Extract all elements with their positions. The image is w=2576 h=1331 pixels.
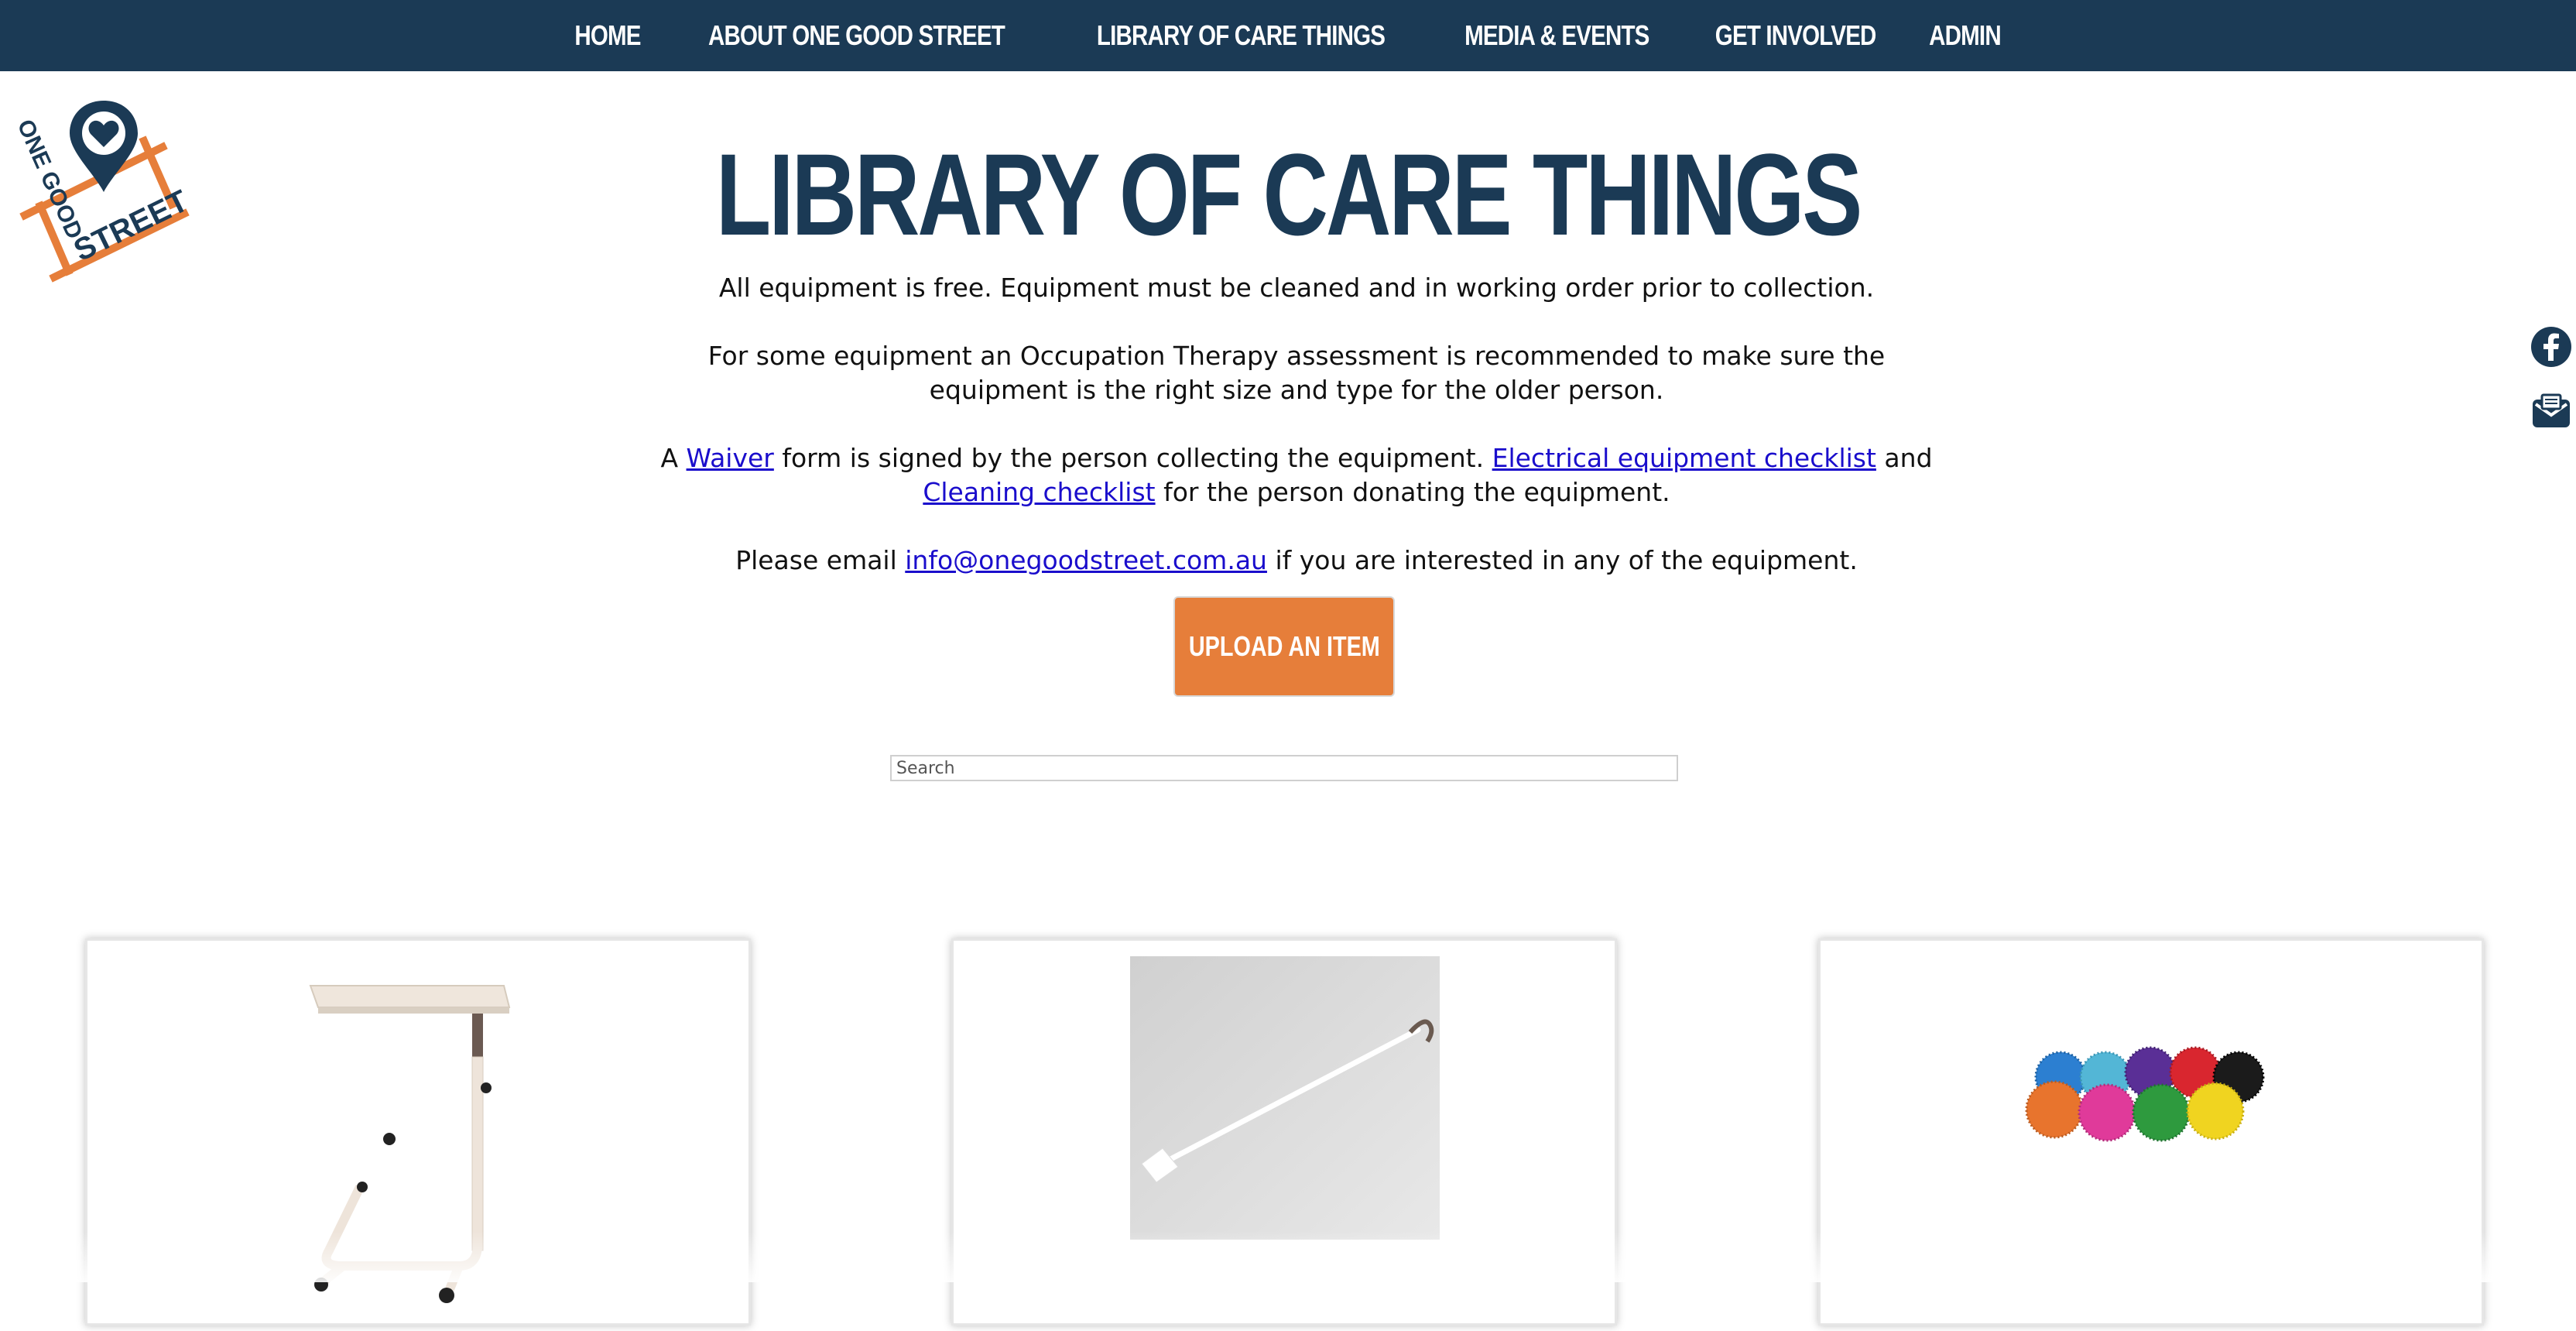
nav-get-involved[interactable]: GET INVOLVED (1694, 19, 1896, 52)
nav-library[interactable]: LIBRARY OF CARE THINGS (1077, 19, 1406, 52)
email-text-post: if you are interested in any of the equi… (1266, 545, 1858, 575)
forms-text-mid1: form is signed by the person collecting … (773, 443, 1492, 473)
waiver-link[interactable]: Waiver (687, 443, 774, 473)
top-navigation: HOME ABOUT ONE GOOD STREET LIBRARY OF CA… (0, 0, 2576, 71)
bottom-fade (0, 1231, 2576, 1282)
email-text: Please email info@onegoodstreet.com.au i… (650, 544, 1943, 578)
equipment-free-text: All equipment is free. Equipment must be… (718, 273, 1875, 303)
svg-text:STREET: STREET (69, 184, 194, 268)
search-input[interactable] (890, 755, 1678, 781)
upload-item-label: UPLOAD AN ITEM (1188, 630, 1380, 662)
forms-text-pre: A (660, 443, 687, 473)
page-title: LIBRARY OF CARE THINGS (715, 129, 1863, 259)
one-good-street-logo[interactable]: ONE GOOD STREET (8, 91, 194, 293)
logo-graphic: ONE GOOD STREET (12, 101, 194, 283)
ot-assessment-text: For some equipment an Occupation Therapy… (707, 341, 1886, 405)
nav-media-events[interactable]: MEDIA & EVENTS (1444, 19, 1670, 52)
nav-about[interactable]: ABOUT ONE GOOD STREET (688, 19, 1025, 52)
nav-admin[interactable]: ADMIN (1909, 19, 2021, 52)
email-link[interactable]: info@onegoodstreet.com.au (905, 545, 1267, 575)
forms-text-post: for the person donating the equipment. (1155, 477, 1670, 507)
forms-text-mid2: and (1875, 443, 1933, 473)
nav-home[interactable]: HOME (554, 19, 661, 52)
forms-text: A Waiver form is signed by the person co… (650, 441, 1943, 509)
electrical-checklist-link[interactable]: Electrical equipment checklist (1492, 443, 1876, 473)
email-icon[interactable] (2530, 390, 2573, 434)
intro-text: All equipment is free. Equipment must be… (650, 271, 1943, 612)
upload-item-button[interactable]: UPLOAD AN ITEM (1173, 596, 1395, 697)
cleaning-checklist-link[interactable]: Cleaning checklist (923, 477, 1155, 507)
side-social-icons (2530, 325, 2576, 455)
facebook-icon[interactable] (2530, 325, 2573, 369)
email-text-pre: Please email (735, 545, 906, 575)
